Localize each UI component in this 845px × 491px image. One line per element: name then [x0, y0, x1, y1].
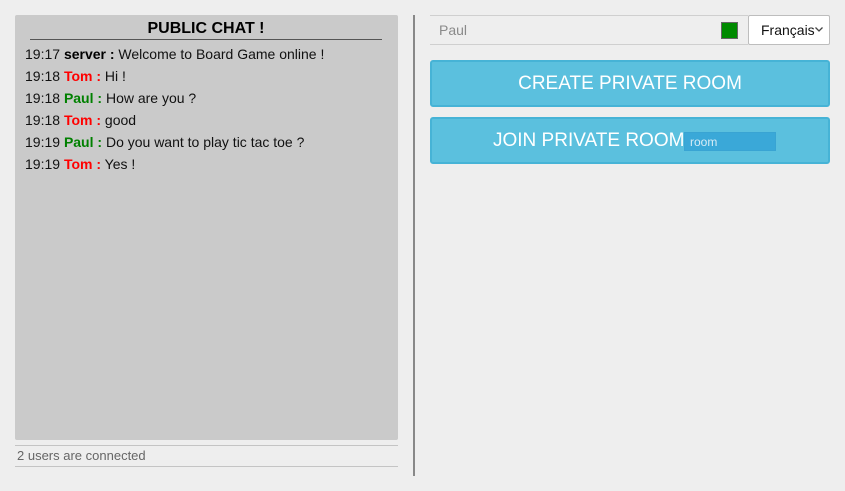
user-color-picker[interactable] [721, 22, 738, 39]
message-author: Paul : [63, 90, 103, 106]
message-time: 19:18 [25, 68, 61, 84]
message-text: How are you ? [105, 90, 197, 106]
chat-message: 19:18 Paul : How are you ? [25, 87, 390, 109]
message-author: Tom : [63, 68, 102, 84]
message-text: Hi ! [104, 68, 126, 84]
user-settings-bar: Paul Français [430, 15, 830, 45]
chat-message: 19:18 Tom : Hi ! [25, 65, 390, 87]
message-time: 19:19 [25, 134, 61, 150]
message-text: Yes ! [104, 156, 136, 172]
create-private-room-label: CREATE PRIVATE ROOM [518, 73, 742, 94]
chevron-down-icon [815, 27, 823, 32]
chat-message: 19:17 server : Welcome to Board Game onl… [25, 43, 390, 65]
message-text: Welcome to Board Game online ! [118, 46, 325, 62]
message-time: 19:17 [25, 46, 61, 62]
chat-message: 19:19 Tom : Yes ! [25, 153, 390, 175]
language-select[interactable]: Français [748, 15, 830, 45]
message-text: good [104, 112, 137, 128]
message-author: Paul : [63, 134, 103, 150]
connected-users-status: 2 users are connected [17, 448, 146, 463]
chat-title: PUBLIC CHAT ! [30, 19, 382, 40]
public-chat-panel: PUBLIC CHAT ! 19:17 server : Welcome to … [15, 15, 398, 440]
panel-divider [413, 15, 415, 476]
chat-message-list: 19:17 server : Welcome to Board Game onl… [25, 43, 390, 175]
join-private-room-label: JOIN PRIVATE ROOM [493, 130, 685, 151]
username-value: Paul [439, 22, 468, 38]
room-code-input[interactable] [684, 132, 776, 151]
language-selected-value: Français [761, 22, 815, 38]
chat-message: 19:19 Paul : Do you want to play tic tac… [25, 131, 390, 153]
message-time: 19:18 [25, 112, 61, 128]
message-text: Do you want to play tic tac toe ? [105, 134, 305, 150]
message-time: 19:18 [25, 90, 61, 106]
message-author: Tom : [63, 156, 102, 172]
message-author: Tom : [63, 112, 102, 128]
message-time: 19:19 [25, 156, 61, 172]
username-field[interactable]: Paul [430, 15, 748, 45]
join-private-room-button[interactable]: JOIN PRIVATE ROOM [430, 117, 830, 164]
chat-input-area[interactable]: 2 users are connected [15, 445, 398, 467]
chat-message: 19:18 Tom : good [25, 109, 390, 131]
message-author: server : [63, 46, 115, 62]
create-private-room-button[interactable]: CREATE PRIVATE ROOM [430, 60, 830, 107]
